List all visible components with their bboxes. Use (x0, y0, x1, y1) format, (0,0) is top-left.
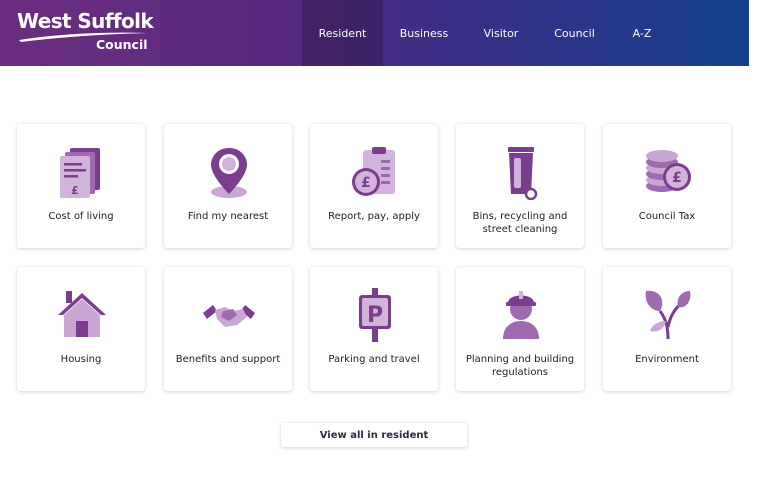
svg-text:£: £ (361, 175, 371, 191)
wheelie-bin-icon (508, 147, 538, 200)
svg-text:£: £ (672, 170, 682, 186)
tile-label: Council Tax (638, 211, 696, 222)
builder-icon (503, 291, 539, 339)
tile-label: Benefits and support (175, 354, 281, 365)
tile-parking-travel[interactable]: P Parking and travel (310, 267, 438, 391)
documents-pound-icon: £ (60, 148, 100, 198)
tile-label: Planning and building regulations (465, 354, 575, 378)
west-suffolk-logo[interactable]: West Suffolk Council (17, 9, 157, 57)
tile-cost-of-living[interactable]: £ Cost of living (17, 124, 145, 248)
svg-text:£: £ (71, 184, 79, 197)
nav-business[interactable]: Business (383, 0, 465, 66)
tile-label: Cost of living (48, 211, 114, 222)
tile-planning-building[interactable]: Planning and building regulations (456, 267, 584, 391)
tile-label: Report, pay, apply (328, 211, 420, 222)
tile-benefits-support[interactable]: Benefits and support (164, 267, 292, 391)
tile-label: Find my nearest (187, 211, 269, 222)
nav-council[interactable]: Council (537, 0, 612, 66)
plant-icon (645, 290, 691, 340)
tile-council-tax[interactable]: £ Council Tax (603, 124, 731, 248)
main-nav: Resident Business Visitor Council A-Z (302, 0, 672, 66)
handshake-icon (203, 305, 255, 327)
tile-label: Bins, recycling and street cleaning (472, 211, 568, 235)
parking-sign-icon: P (359, 288, 391, 342)
tile-find-my-nearest[interactable]: Find my nearest (164, 124, 292, 248)
tile-environment[interactable]: Environment (603, 267, 731, 391)
site-header: West Suffolk Council Resident Business V… (0, 0, 749, 66)
tile-report-pay-apply[interactable]: £ Report, pay, apply (310, 124, 438, 248)
house-icon (58, 291, 106, 337)
map-pin-icon (211, 148, 247, 198)
nav-visitor[interactable]: Visitor (465, 0, 537, 66)
clipboard-pound-icon: £ (352, 147, 395, 196)
tile-label: Environment (635, 354, 699, 365)
coins-pound-icon: £ (646, 150, 691, 192)
tile-label: Parking and travel (328, 354, 420, 365)
tile-label: Housing (60, 354, 102, 365)
view-all-resident-button[interactable]: View all in resident (281, 423, 467, 447)
svg-text:P: P (367, 303, 383, 328)
tile-housing[interactable]: Housing (17, 267, 145, 391)
nav-a-z[interactable]: A-Z (612, 0, 672, 66)
logo-text-council: Council (96, 37, 148, 52)
tile-bins-recycling[interactable]: Bins, recycling and street cleaning (456, 124, 584, 248)
nav-resident[interactable]: Resident (302, 0, 383, 66)
